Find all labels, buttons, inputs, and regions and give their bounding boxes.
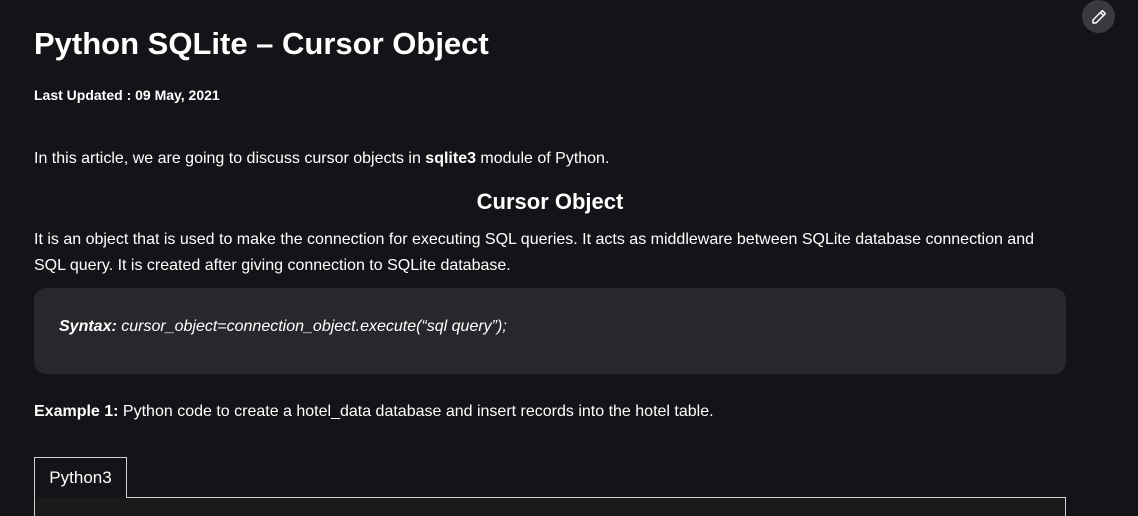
edit-button[interactable] (1082, 0, 1115, 33)
syntax-line: Syntax: cursor_object=connection_object.… (59, 316, 507, 338)
intro-text-end: module of Python. (475, 150, 610, 167)
tab-python3[interactable]: Python3 (34, 457, 127, 498)
last-updated: Last Updated : 09 May, 2021 (34, 87, 220, 103)
section-heading: Cursor Object (476, 189, 624, 214)
intro-paragraph: In this article, we are going to discuss… (34, 148, 609, 170)
pencil-icon (1091, 9, 1106, 24)
syntax-box: Syntax: cursor_object=connection_object.… (34, 288, 1066, 374)
article-page: Python SQLite – Cursor Object Last Updat… (0, 0, 1138, 516)
description-paragraph: It is an object that is used to make the… (34, 231, 1034, 274)
syntax-label: Syntax: (59, 318, 117, 335)
example-label: Example 1: (34, 403, 119, 420)
syntax-code: cursor_object=connection_object.execute(… (116, 318, 507, 335)
intro-module-name: sqlite3 (425, 150, 476, 167)
example-paragraph: Example 1: Python code to create a hotel… (34, 401, 714, 423)
page-title: Python SQLite – Cursor Object (34, 26, 489, 61)
example-text: Python code to create a hotel_data datab… (118, 403, 714, 420)
code-block (34, 497, 1066, 516)
intro-text-start: In this article, we are going to discuss… (34, 150, 426, 167)
